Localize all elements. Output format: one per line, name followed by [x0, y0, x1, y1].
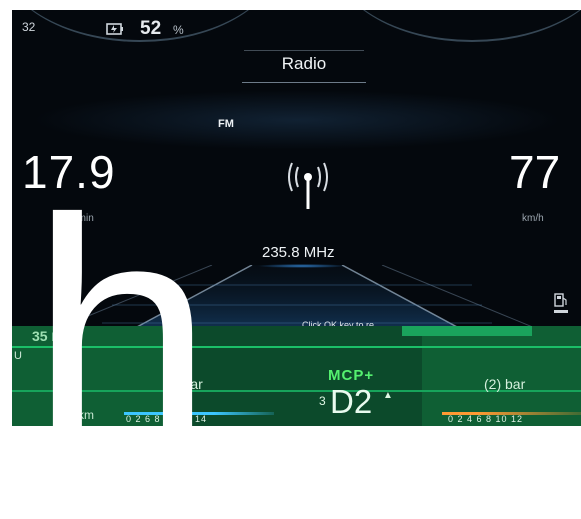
battery-percent: 52: [140, 18, 162, 39]
title-underline: [242, 82, 366, 83]
overlay-letter: h: [30, 150, 214, 519]
background-glow: [32, 90, 562, 150]
page-title-bar: Radio: [244, 50, 364, 77]
speed-value: 77: [509, 146, 561, 198]
right-gauge-arc: [332, 10, 581, 42]
tire-pressure-right: (2) bar: [484, 376, 525, 392]
radio-frequency: 235.8 MHz: [262, 244, 335, 261]
fuel-pump-icon: [554, 293, 568, 313]
tire-right-value: (2): [484, 376, 502, 392]
page-title: Radio: [281, 54, 327, 73]
radio-band: FM: [218, 118, 234, 130]
tire-right-unit: bar: [505, 376, 526, 392]
gear-indicator: D2: [330, 383, 373, 420]
shift-up-icon: ▲: [383, 390, 393, 401]
battery-unit: %: [173, 23, 184, 37]
top-left-readout: 32: [22, 20, 36, 34]
gear-prefix: 3: [319, 394, 326, 408]
left-indicator: U: [14, 350, 22, 362]
right-scale-ticks: 0 2 4 6 8 10 12: [448, 414, 524, 424]
speed-unit: km/h: [522, 213, 544, 224]
battery-charge-icon: [106, 23, 123, 35]
radio-antenna-icon: [288, 162, 328, 209]
drive-mode: MCP+: [328, 367, 375, 384]
